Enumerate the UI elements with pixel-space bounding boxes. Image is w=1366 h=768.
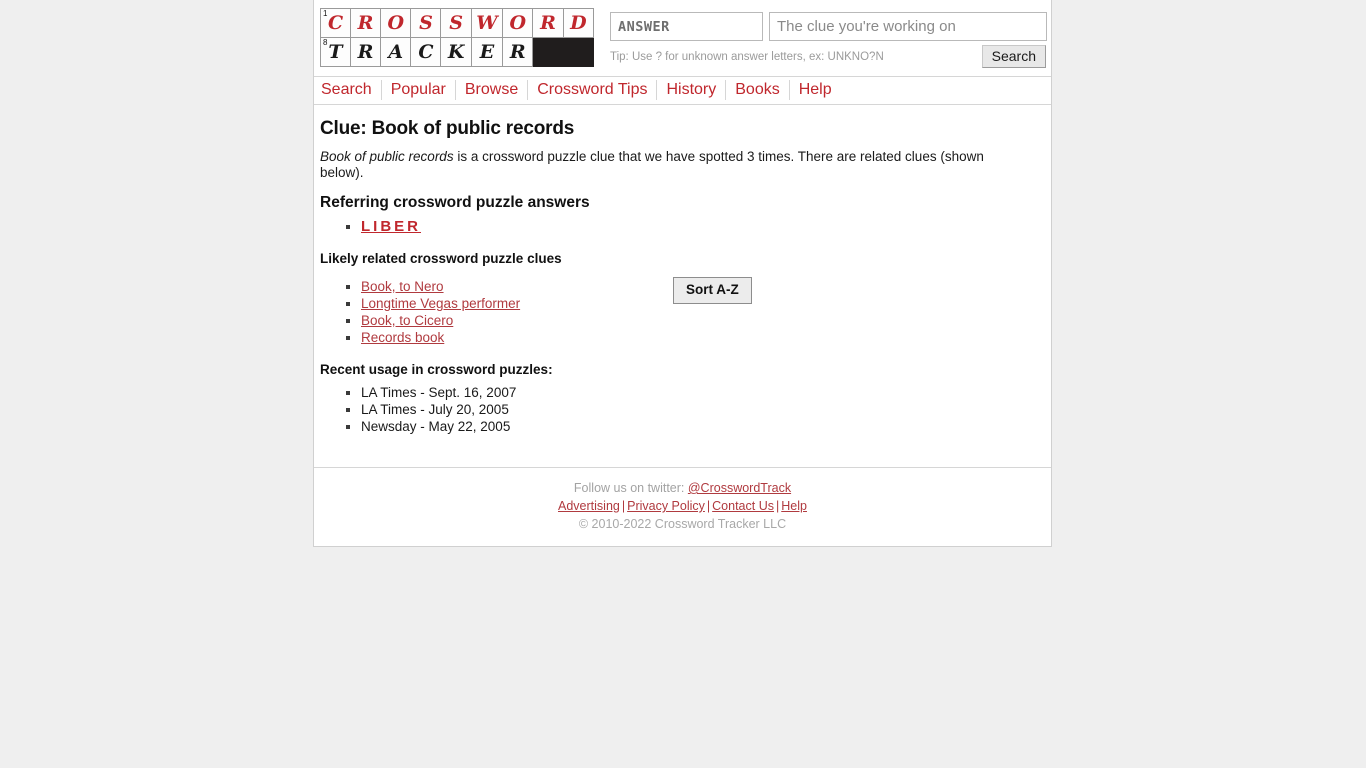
logo-cell: K bbox=[440, 37, 472, 67]
logo-cell: 1C bbox=[320, 8, 351, 38]
nav-item-books[interactable]: Books bbox=[726, 80, 788, 100]
sort-a-z-button[interactable]: Sort A-Z bbox=[673, 277, 752, 304]
nav-item-browse[interactable]: Browse bbox=[456, 80, 527, 100]
logo-cell-letter: K bbox=[447, 41, 465, 63]
logo-cell-letter: O bbox=[509, 12, 527, 34]
logo-cell-letter: C bbox=[418, 41, 434, 63]
clue-description-emphasis: Book of public records bbox=[320, 149, 454, 164]
main-navigation: Search Popular Browse Crossword Tips His… bbox=[314, 77, 1051, 105]
main-content: Clue: Book of public records Book of pub… bbox=[314, 105, 1051, 467]
page-title: Clue: Book of public records bbox=[320, 118, 575, 139]
nav-item-crossword-tips[interactable]: Crossword Tips bbox=[528, 80, 656, 100]
related-clue-link[interactable]: Book, to Nero bbox=[361, 279, 444, 294]
nav-item-popular[interactable]: Popular bbox=[382, 80, 455, 100]
logo-cell-letter: R bbox=[357, 12, 374, 34]
related-section: Book, to Nero Longtime Vegas performer B… bbox=[320, 272, 1043, 346]
clue-description: Book of public records is a crossword pu… bbox=[320, 149, 1010, 180]
logo-cell-letter: S bbox=[449, 12, 463, 34]
nav-item-history[interactable]: History bbox=[657, 80, 725, 100]
logo-cell-letter: W bbox=[476, 12, 498, 34]
logo-cell: O bbox=[380, 8, 412, 38]
logo-cell-letter: R bbox=[509, 41, 526, 63]
usage-heading: Recent usage in crossword puzzles: bbox=[320, 362, 553, 377]
logo-cell-letter: E bbox=[479, 41, 495, 63]
logo-cell-letter: O bbox=[387, 12, 405, 34]
search-tip: Tip: Use ? for unknown answer letters, e… bbox=[610, 50, 884, 63]
footer-links-row: Advertising | Privacy Policy | Contact Us | He… bbox=[314, 497, 1051, 515]
footer-link-help[interactable]: Help bbox=[781, 499, 807, 513]
footer-link-advertising[interactable]: Advertising bbox=[558, 499, 620, 513]
footer-twitter-label: Follow us on twitter: bbox=[573, 481, 688, 495]
search-area: Tip: Use ? for unknown answer letters, e… bbox=[610, 6, 1047, 68]
logo-cell: A bbox=[380, 37, 412, 67]
search-button[interactable]: Search bbox=[981, 45, 1046, 68]
site-header: 1C R O S S W O R D 8T R A C K E R ANSWER… bbox=[314, 0, 1051, 77]
list-item: Newsday - May 22, 2005 bbox=[361, 418, 1043, 435]
twitter-handle-link[interactable]: @CrosswordTrack bbox=[688, 481, 791, 495]
site-footer: Follow us on twitter: @CrosswordTrack Ad… bbox=[314, 467, 1051, 546]
logo-cell-letter: R bbox=[357, 41, 374, 63]
logo-row-2: 8T R A C K E R bbox=[320, 37, 595, 67]
logo-cell-black bbox=[532, 37, 564, 67]
logo-cell-letter: D bbox=[570, 12, 587, 34]
list-item: Book, to Nero bbox=[361, 278, 661, 295]
answers-heading: Referring crossword puzzle answers bbox=[320, 194, 590, 211]
logo-cell: E bbox=[470, 37, 504, 67]
related-clues-list: Book, to Nero Longtime Vegas performer B… bbox=[320, 278, 661, 346]
list-item: LIBER bbox=[361, 218, 1043, 235]
clue-input[interactable] bbox=[769, 12, 1047, 41]
search-fields bbox=[610, 12, 1047, 41]
logo-cell: S bbox=[410, 8, 442, 38]
answer-input[interactable] bbox=[610, 12, 763, 41]
logo-cell-letter: S bbox=[419, 12, 433, 34]
logo-cell: O bbox=[502, 8, 534, 38]
recent-usage-list: LA Times - Sept. 16, 2007 LA Times - Jul… bbox=[320, 384, 1043, 435]
related-clue-link[interactable]: Records book bbox=[361, 330, 444, 345]
related-heading: Likely related crossword puzzle clues bbox=[320, 251, 562, 266]
answer-link-liber[interactable]: LIBER bbox=[361, 218, 421, 235]
list-item: Longtime Vegas performer bbox=[361, 295, 661, 312]
logo-cell: R bbox=[349, 37, 382, 67]
related-clue-link[interactable]: Longtime Vegas performer bbox=[361, 296, 520, 311]
list-item: Book, to Cicero bbox=[361, 312, 661, 329]
related-clue-link[interactable]: Book, to Cicero bbox=[361, 313, 453, 328]
logo-cell-letter: A bbox=[388, 41, 404, 63]
nav-item-help[interactable]: Help bbox=[790, 80, 841, 100]
logo-cell: 8T bbox=[320, 37, 351, 67]
logo-cell-number: 1 bbox=[323, 9, 328, 18]
list-item: LA Times - July 20, 2005 bbox=[361, 401, 1043, 418]
site-logo[interactable]: 1C R O S S W O R D 8T R A C K E R bbox=[320, 8, 595, 67]
logo-cell-letter: R bbox=[540, 12, 556, 34]
logo-cell: D bbox=[562, 8, 595, 38]
footer-link-contact-us[interactable]: Contact Us bbox=[712, 499, 774, 513]
logo-cell: R bbox=[349, 8, 382, 38]
logo-cell: W bbox=[470, 8, 504, 38]
page-container: 1C R O S S W O R D 8T R A C K E R ANSWER… bbox=[313, 0, 1052, 547]
logo-cell: R bbox=[532, 8, 564, 38]
nav-item-search[interactable]: Search bbox=[319, 80, 381, 100]
footer-link-privacy-policy[interactable]: Privacy Policy bbox=[627, 499, 705, 513]
list-item: Records book bbox=[361, 329, 661, 346]
search-tip-row: Tip: Use ? for unknown answer letters, e… bbox=[610, 45, 1047, 68]
logo-cell: C bbox=[410, 37, 442, 67]
list-item: LA Times - Sept. 16, 2007 bbox=[361, 384, 1043, 401]
answers-list: LIBER bbox=[320, 218, 1043, 235]
logo-cell-number: 8 bbox=[323, 38, 328, 47]
logo-cell: S bbox=[440, 8, 472, 38]
footer-twitter-row: Follow us on twitter: @CrosswordTrack bbox=[314, 479, 1051, 497]
copyright-text: © 2010-2022 Crossword Tracker LLC bbox=[578, 517, 787, 531]
logo-cell: R bbox=[502, 37, 534, 67]
logo-row-1: 1C R O S S W O R D bbox=[320, 8, 595, 38]
logo-cell-black bbox=[562, 37, 595, 67]
